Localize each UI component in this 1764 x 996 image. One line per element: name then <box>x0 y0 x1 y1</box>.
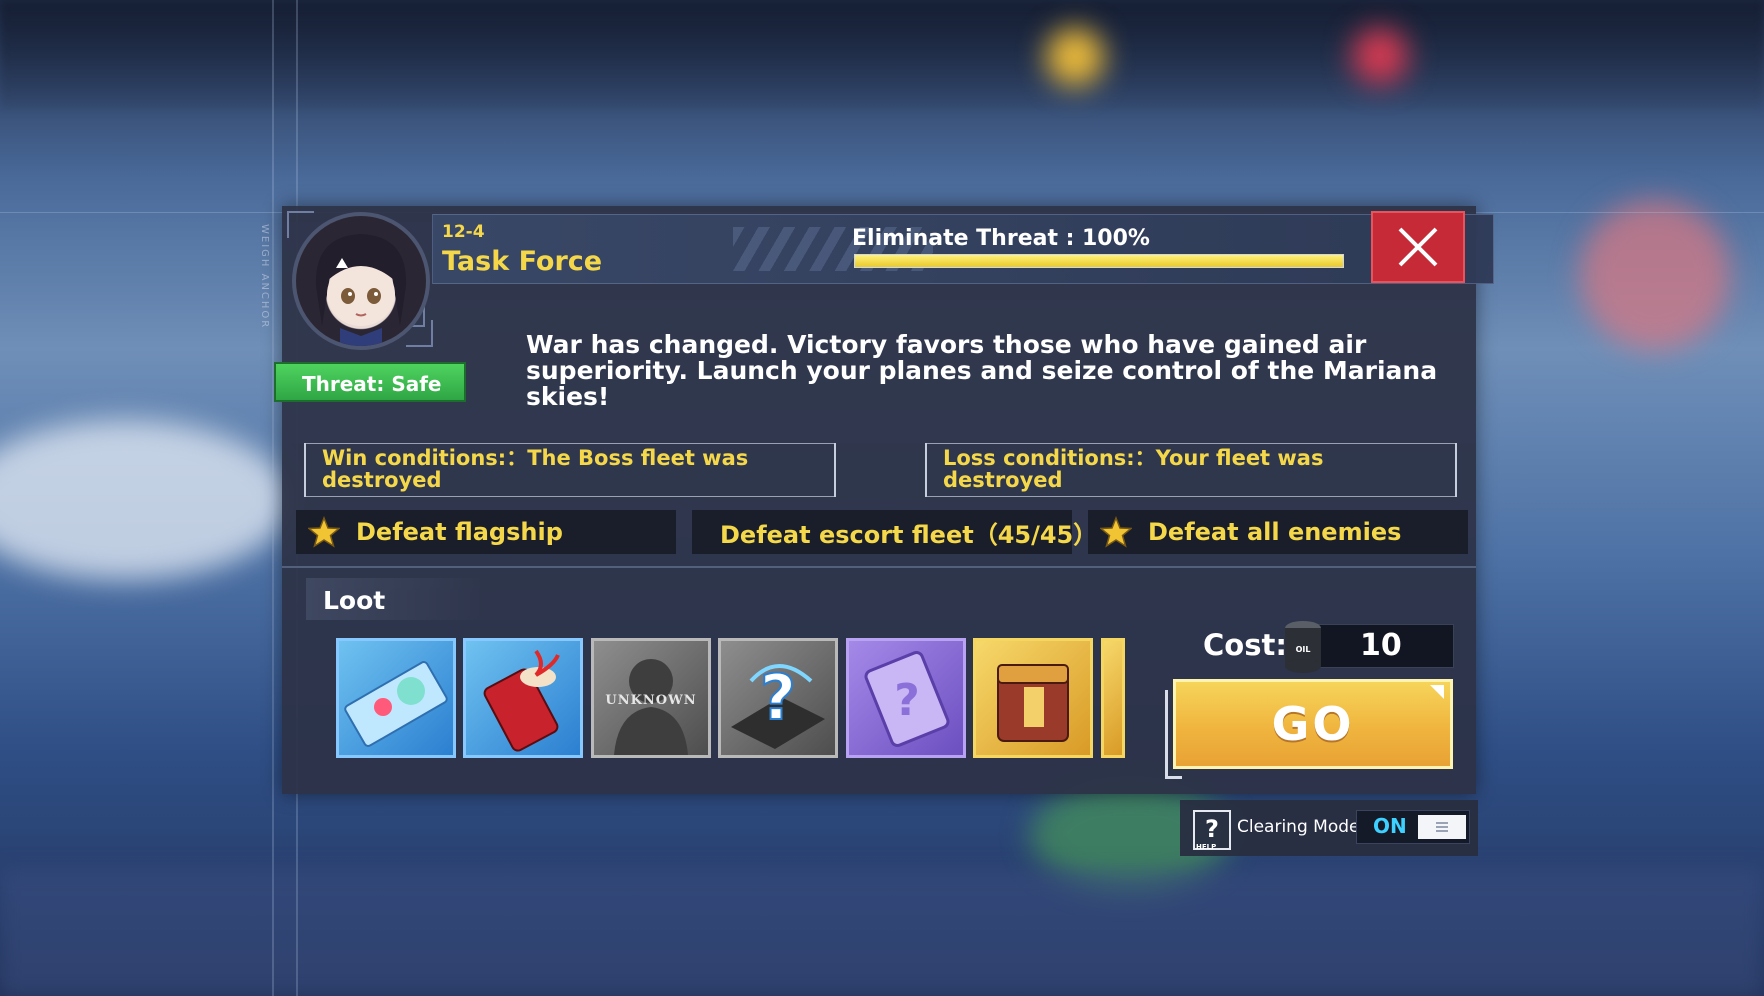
objective-escort-fleet: Defeat escort fleet（45/45） <box>692 510 1097 554</box>
menu-lines-icon <box>1436 822 1448 832</box>
close-icon <box>1398 227 1438 267</box>
loot-title: Loot <box>323 586 386 615</box>
help-label: HELP <box>1196 843 1217 851</box>
drum-icon <box>483 649 560 752</box>
stage-description: War has changed. Victory favors those wh… <box>526 330 1438 411</box>
eliminate-threat-label: Eliminate Threat : <box>852 226 1075 251</box>
objective-label: Defeat all enemies <box>1148 518 1402 546</box>
threat-progress-fill <box>855 255 1343 267</box>
svg-text:OIL: OIL <box>1296 645 1311 654</box>
loot-item[interactable]: ? <box>718 638 838 758</box>
eliminate-threat-percent: 100% <box>1082 226 1150 251</box>
commander-avatar <box>292 212 430 350</box>
stage-title: Task Force <box>442 246 603 277</box>
cost-label: Cost: <box>1203 628 1287 662</box>
win-conditions: Win conditions:：The Boss fleet was destr… <box>304 443 836 497</box>
loot-item[interactable] <box>336 638 456 758</box>
section-divider <box>282 566 1476 568</box>
blurred-cloud <box>0 420 290 580</box>
star-icon <box>308 516 340 548</box>
blurred-top-bar <box>0 0 1764 110</box>
tech-box-icon <box>997 664 1069 742</box>
objective-all-enemies: Defeat all enemies <box>1088 510 1468 554</box>
blurred-coin-icon <box>1046 28 1104 86</box>
close-button[interactable] <box>1371 211 1465 283</box>
loss-conditions: Loss conditions:：Your fleet was destroye… <box>925 443 1457 497</box>
threat-progress-bar <box>854 254 1344 268</box>
toggle-state-label: ON <box>1373 814 1407 838</box>
stage-number: 12-4 <box>442 222 485 242</box>
svg-text:?: ? <box>760 661 796 734</box>
oil-barrel-icon: OIL <box>1280 618 1326 674</box>
svg-text:?: ? <box>894 675 920 726</box>
blurred-character <box>1580 200 1730 350</box>
go-button[interactable]: GO <box>1173 679 1453 769</box>
loot-item[interactable] <box>973 638 1093 758</box>
objective-label: Defeat escort fleet（45/45） <box>720 520 1098 549</box>
loot-item-partial[interactable] <box>1101 638 1125 758</box>
bg-line <box>272 0 274 996</box>
mystery-card-icon: ? <box>864 650 950 748</box>
objective-flagship: Defeat flagship <box>296 510 676 554</box>
blurred-gem-icon <box>1352 28 1408 84</box>
loot-item[interactable] <box>463 638 583 758</box>
mystery-equipment-icon: ? <box>731 660 825 749</box>
weigh-anchor-tag: WEIGH ANCHOR <box>259 224 270 330</box>
go-corner-flag <box>1430 685 1444 699</box>
threat-status-badge: Threat: Safe <box>274 362 466 402</box>
cost-value: 10 <box>1360 628 1402 663</box>
objective-label: Defeat flagship <box>356 518 563 546</box>
loot-item[interactable]: UNKNOWN <box>591 638 711 758</box>
loot-item[interactable]: ? <box>846 638 966 758</box>
unknown-label: UNKNOWN <box>605 693 697 708</box>
sale-ticket-icon <box>344 661 448 747</box>
star-icon <box>1100 516 1132 548</box>
clearing-mode-label: Clearing Mode <box>1237 817 1360 837</box>
blurred-bottom-bar <box>0 870 1764 996</box>
